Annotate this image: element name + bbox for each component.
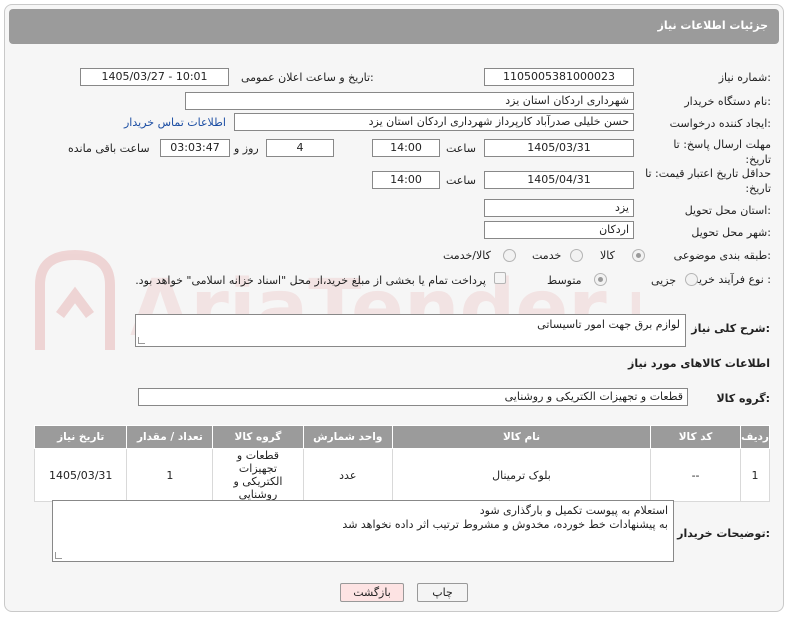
creator-label: ایجاد کننده درخواست: [669,117,771,130]
goods-table: ردیف کد کالا نام کالا واحد شمارش گروه کا… [33,425,770,502]
col-header-quantity: تعداد / مقدار [126,425,214,449]
cell-row-number: 1 [740,448,770,502]
days-field: 4 [266,139,334,157]
price-validity-date-field: 1405/04/31 [484,171,634,189]
description-text: لوازم برق جهت امور تاسیساتی [537,318,680,331]
category-option-goods: کالا [600,249,615,262]
buyer-notes-textarea: استعلام به پیوست تکمیل و بارگذاری شود به… [52,500,674,562]
deadline-label: مهلت ارسال پاسخ: تا تاریخ: [673,138,771,166]
process-option-minor: جزیی [651,274,677,287]
col-header-name: نام کالا [391,425,652,449]
description-textarea: لوازم برق جهت امور تاسیساتی [135,314,686,347]
cell-code: -- [650,448,742,502]
days-label: روز و [234,142,259,155]
announce-label: تاریخ و ساعت اعلان عمومی: [241,71,374,84]
back-button[interactable]: بازگشت [340,583,404,602]
buyer-notes-label: توضیحات خریدار: [677,527,770,540]
col-header-code: کد کالا [650,425,742,449]
goods-group-label: گروه کالا: [716,392,770,405]
announce-field: 1405/03/27 - 10:01 [80,68,229,86]
city-label: شهر محل تحویل: [691,226,771,239]
page-header: جزئیات اطلاعات نیاز [9,9,779,44]
contact-buyer-link[interactable]: اطلاعات تماس خریدار [124,116,226,129]
deadline-time-field: 14:00 [372,139,440,157]
price-validity-time-field: 14:00 [372,171,440,189]
province-label: استان محل تحویل: [684,204,771,217]
deadline-date-field: 1405/03/31 [484,139,634,157]
cell-group: قطعات و تجهیزات الکتریکی و روشنایی [212,448,304,502]
creator-field: حسن خلیلی صدرآباد کارپرداز شهرداری اردکا… [234,113,634,131]
category-option-goods-service: کالا/خدمت [443,249,491,262]
cell-quantity: 1 [126,448,214,502]
city-field: اردکان [484,221,634,239]
goods-section-title: اطلاعات کالاهای مورد نیاز [628,357,770,370]
goods-group-field: قطعات و تجهیزات الکتریکی و روشنایی [138,388,688,406]
price-validity-time-label: ساعت [446,174,476,187]
deadline-time-label: ساعت [446,142,476,155]
price-validity-label: حداقل تاریخ اعتبار قیمت: تا تاریخ: [645,167,771,195]
buyer-notes-line-1: استعلام به پیوست تکمیل و بارگذاری شود [479,504,668,517]
cell-name: بلوک ترمینال [391,448,652,502]
category-option-service: خدمت [532,249,562,262]
print-button[interactable]: چاپ [417,583,468,602]
process-label: نوع فرآیند خرید : [693,273,771,286]
category-radio-goods[interactable] [632,249,645,262]
description-label: شرح کلی نیاز: [691,322,770,335]
resize-handle-icon[interactable] [138,337,145,344]
payment-note: پرداخت تمام یا بخشی از مبلغ خرید،از محل … [135,274,486,287]
col-header-group: گروه کالا [212,425,304,449]
buyer-org-field: شهرداری اردکان استان یزد [185,92,634,110]
buyer-org-label: نام دستگاه خریدار: [684,95,771,108]
cell-need-date: 1405/03/31 [33,448,128,502]
page-title: جزئیات اطلاعات نیاز [657,19,769,32]
col-header-need-date: تاریخ نیاز [33,425,128,449]
treasury-payment-checkbox[interactable] [494,272,506,284]
category-radio-goods-service[interactable] [503,249,516,262]
process-radio-minor[interactable] [685,273,698,286]
col-header-row-number: ردیف [740,425,770,449]
cell-unit: عدد [302,448,393,502]
table-row: 1 -- بلوک ترمینال عدد قطعات و تجهیزات ال… [33,448,770,502]
process-option-medium: متوسط [547,274,582,287]
need-number-field: 1105005381000023 [484,68,634,86]
col-header-unit: واحد شمارش [302,425,393,449]
remaining-label: ساعت باقی مانده [68,142,150,155]
province-field: یزد [484,199,634,217]
category-radio-service[interactable] [570,249,583,262]
process-radio-medium[interactable] [594,273,607,286]
remaining-time-field: 03:03:47 [160,139,230,157]
resize-handle-icon[interactable] [55,552,62,559]
category-label: طبقه بندی موضوعی: [673,249,771,262]
table-header-row: ردیف کد کالا نام کالا واحد شمارش گروه کا… [33,425,770,449]
need-number-label: شماره نیاز: [718,71,771,84]
buyer-notes-line-2: به پیشنهادات خط خورده، مخدوش و مشروط ترت… [342,518,668,531]
